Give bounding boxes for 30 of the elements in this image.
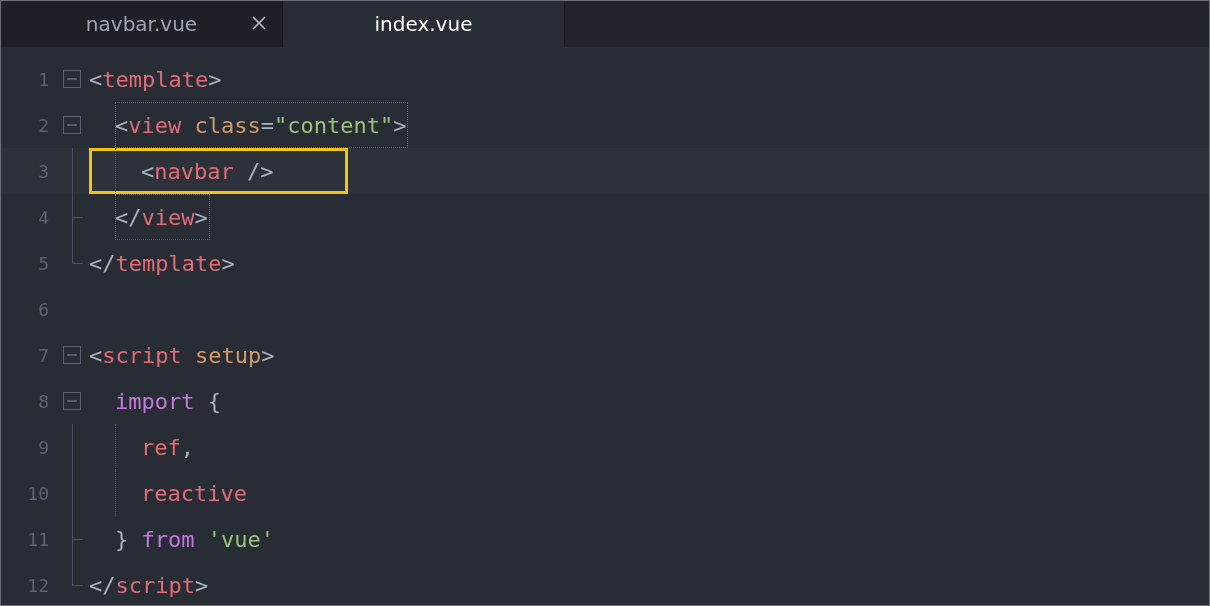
fold-toggle-icon[interactable] (63, 116, 81, 134)
editor-tab[interactable]: index.vue (283, 1, 565, 47)
fold-end-line (72, 240, 83, 264)
line-number: 12 (26, 574, 49, 596)
code-line: </template> (89, 249, 236, 278)
line-number: 5 (37, 252, 49, 274)
line-number: 1 (37, 68, 49, 90)
line-number: 7 (37, 344, 49, 366)
line-number: 2 (37, 114, 49, 136)
fold-toggle-icon[interactable] (63, 70, 81, 88)
code-line: </script> (89, 571, 210, 600)
fold-toggle-icon[interactable] (63, 392, 81, 410)
line-number: 11 (26, 528, 49, 550)
code-line: } from 'vue' (115, 525, 275, 554)
line-number: 9 (37, 436, 49, 458)
fold-end-line (72, 562, 83, 586)
code-line: import { (115, 387, 222, 416)
fold-toggle-icon[interactable] (63, 346, 81, 364)
code-line: reactive (141, 479, 248, 508)
code-line: ref, (141, 433, 195, 462)
line-number: 6 (37, 298, 49, 320)
line-number: 8 (37, 390, 49, 412)
editor-tab[interactable]: navbar.vue (1, 1, 283, 47)
code-line: </view> (115, 194, 210, 240)
line-number: 4 (37, 206, 49, 228)
code-line: <navbar /> (141, 157, 275, 186)
line-number: 10 (26, 482, 49, 504)
code-line: <view class="content"> (115, 102, 409, 148)
code-line: <script setup> (89, 341, 276, 370)
code-line: <template> (89, 65, 223, 94)
